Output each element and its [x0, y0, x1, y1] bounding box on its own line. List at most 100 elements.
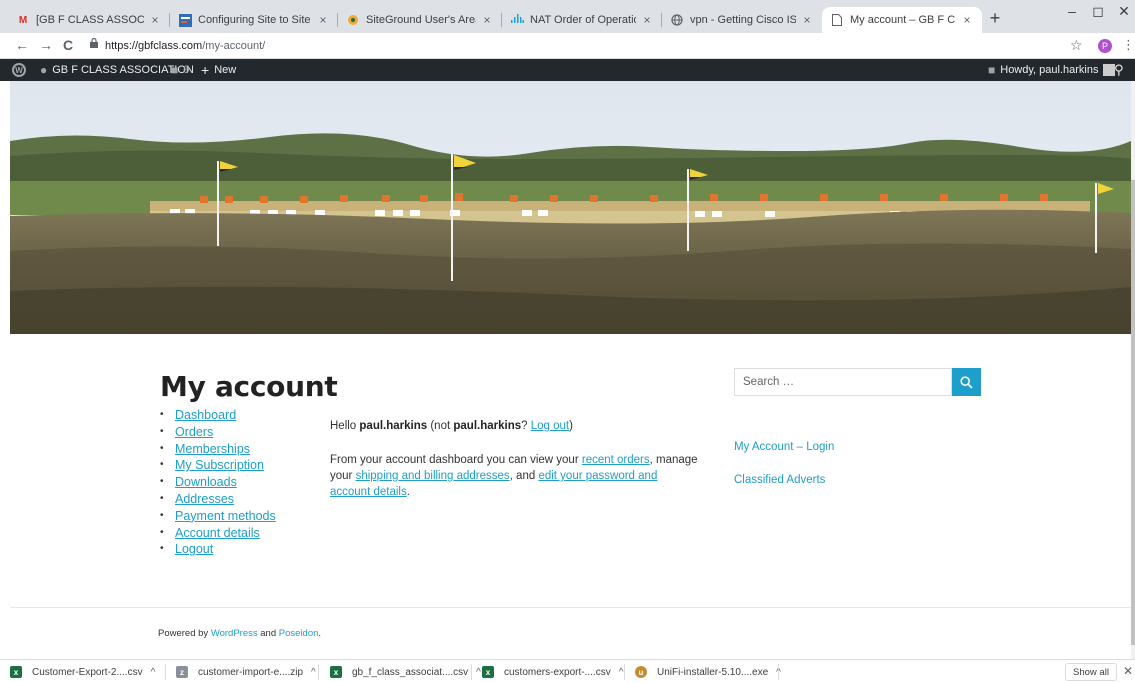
download-filename: UniFi-installer-5.10....exe [657, 666, 769, 678]
browser-menu-icon[interactable]: ⋮ [1122, 37, 1135, 53]
my-subscription-link[interactable]: My Subscription [175, 457, 264, 474]
blurb-part-1: From your account dashboard you can view… [330, 454, 582, 466]
close-tab-icon[interactable]: × [640, 13, 654, 27]
siteground-icon [346, 13, 360, 27]
new-tab-button[interactable]: + [985, 8, 1005, 29]
chevron-up-icon[interactable]: ^ [151, 667, 156, 678]
footer-suffix: . [318, 628, 322, 639]
close-window-button[interactable]: ✕ [1114, 3, 1134, 20]
tab-cisco-nat[interactable]: NAT Order of Operation - Cisco × [502, 7, 662, 33]
comment-icon: ■ [171, 63, 179, 77]
list-bullet: • [160, 526, 164, 538]
tab-title: SiteGround User's Area [366, 14, 476, 26]
divider [624, 664, 625, 680]
close-tab-icon[interactable]: × [148, 13, 162, 27]
list-bullet: • [160, 509, 164, 521]
search-button[interactable] [952, 368, 981, 396]
log-out-link[interactable]: Log out [531, 420, 569, 432]
chevron-up-icon[interactable]: ^ [619, 667, 624, 678]
poseidon-theme-link[interactable]: Poseidon [279, 628, 319, 639]
logout-link[interactable]: Logout [175, 541, 213, 558]
doc-icon [178, 13, 192, 27]
chevron-up-icon[interactable]: ^ [476, 667, 481, 678]
close-tab-icon[interactable]: × [960, 13, 974, 27]
new-content-link[interactable]: + New [201, 59, 236, 81]
my-account-menu[interactable]: ■ Howdy, paul.harkins [988, 59, 1116, 81]
url-host: https://gbfclass.com [105, 40, 203, 52]
download-item[interactable]: x customers-export-....csv ^ [482, 660, 623, 683]
tab-title: vpn - Getting Cisco ISAKMP and [690, 14, 796, 26]
tab-gmail[interactable]: M [GB F CLASS ASSOCIATION] Pass × [8, 7, 170, 33]
back-button[interactable]: ← [14, 37, 30, 53]
downloads-link[interactable]: Downloads [175, 474, 237, 491]
lock-icon[interactable] [90, 38, 98, 48]
show-all-downloads-button[interactable]: Show all [1065, 663, 1117, 681]
orders-link[interactable]: Orders [175, 424, 213, 441]
close-tab-icon[interactable]: × [800, 13, 814, 27]
footer-prefix: Powered by [158, 628, 211, 639]
page-title: My account [160, 370, 338, 403]
scrollbar-thumb[interactable] [1131, 180, 1135, 645]
greeting-question: ? [521, 420, 531, 432]
download-item[interactable]: x Customer-Export-2....csv ^ [10, 660, 155, 683]
my-account-login-link[interactable]: My Account – Login [734, 441, 834, 453]
chevron-up-icon[interactable]: ^ [311, 667, 316, 678]
forward-button[interactable]: → [38, 37, 54, 53]
dashboard-link[interactable]: Dashboard [175, 407, 236, 424]
memberships-link[interactable]: Memberships [175, 441, 250, 458]
tab-siteground[interactable]: SiteGround User's Area × [338, 7, 502, 33]
list-bullet: • [160, 459, 164, 471]
tab-ipsec-doc[interactable]: Configuring Site to Site IPSec VP × [170, 7, 338, 33]
search-input[interactable] [734, 368, 952, 396]
minimize-button[interactable]: – [1062, 3, 1082, 19]
tab-vpn-question[interactable]: vpn - Getting Cisco ISAKMP and × [662, 7, 822, 33]
wordpress-logo-icon[interactable]: W [12, 59, 26, 81]
user-card-icon: ■ [988, 63, 996, 77]
plus-icon: + [201, 62, 210, 78]
footer-credit: Powered by WordPress and Poseidon. [158, 628, 321, 639]
tab-title: NAT Order of Operation - Cisco [530, 14, 636, 26]
cisco-icon [510, 13, 524, 27]
account-nav-item-downloads: • Downloads [160, 474, 276, 491]
wordpress-link[interactable]: WordPress [211, 628, 258, 639]
bookmark-star-icon[interactable]: ☆ [1070, 37, 1083, 54]
maximize-button[interactable]: ◻ [1088, 3, 1108, 20]
footer-and: and [257, 628, 279, 639]
blurb-part-4: . [406, 486, 410, 498]
reload-button[interactable]: C [60, 37, 76, 53]
tab-my-account[interactable]: My account – GB F CLASS ASSOC × [822, 7, 982, 33]
list-bullet: • [160, 543, 164, 555]
account-nav-item-addresses: • Addresses [160, 491, 276, 508]
greeting-suffix: ) [569, 420, 573, 432]
tab-title: [GB F CLASS ASSOCIATION] Pass [36, 14, 144, 26]
classified-adverts-link[interactable]: Classified Adverts [734, 474, 825, 486]
recent-orders-link[interactable]: recent orders [582, 454, 650, 466]
blurb-part-3: , and [509, 470, 539, 482]
list-bullet: • [160, 409, 164, 420]
payment-methods-link[interactable]: Payment methods [175, 508, 276, 525]
close-download-shelf-icon[interactable]: ✕ [1123, 664, 1133, 678]
list-bullet: • [160, 476, 164, 488]
magnifier-icon [960, 375, 973, 389]
search-icon[interactable]: ⚲ [1114, 59, 1124, 81]
close-tab-icon[interactable]: × [480, 13, 494, 27]
account-nav-item-logout: • Logout [160, 541, 276, 558]
footer-divider [10, 607, 1131, 608]
comments-link[interactable]: ■ 0 [171, 59, 189, 81]
addresses-link[interactable]: Addresses [175, 491, 234, 508]
download-shelf: x Customer-Export-2....csv ^ z customer-… [0, 659, 1135, 683]
wp-admin-bar: W ● GB F CLASS ASSOCIATION ■ 0 + New ■ H… [0, 59, 1135, 81]
download-item[interactable]: x gb_f_class_associat....csv ^ [330, 660, 481, 683]
account-nav-item-my-subscription: • My Subscription [160, 457, 276, 474]
download-item[interactable]: u UniFi-installer-5.10....exe ^ [635, 660, 781, 683]
shipping-addresses-link[interactable]: shipping and billing addresses [356, 470, 510, 482]
account-nav-item-account-details: • Account details [160, 525, 276, 542]
download-item[interactable]: z customer-import-e....zip ^ [176, 660, 316, 683]
divider [471, 664, 472, 680]
profile-avatar[interactable]: P [1098, 39, 1112, 53]
divider [165, 664, 166, 680]
url-field[interactable]: https://gbfclass.com/my-account/ [105, 40, 265, 52]
account-details-link[interactable]: Account details [175, 525, 260, 542]
close-tab-icon[interactable]: × [316, 13, 330, 27]
account-nav-item-orders: • Orders [160, 424, 276, 441]
